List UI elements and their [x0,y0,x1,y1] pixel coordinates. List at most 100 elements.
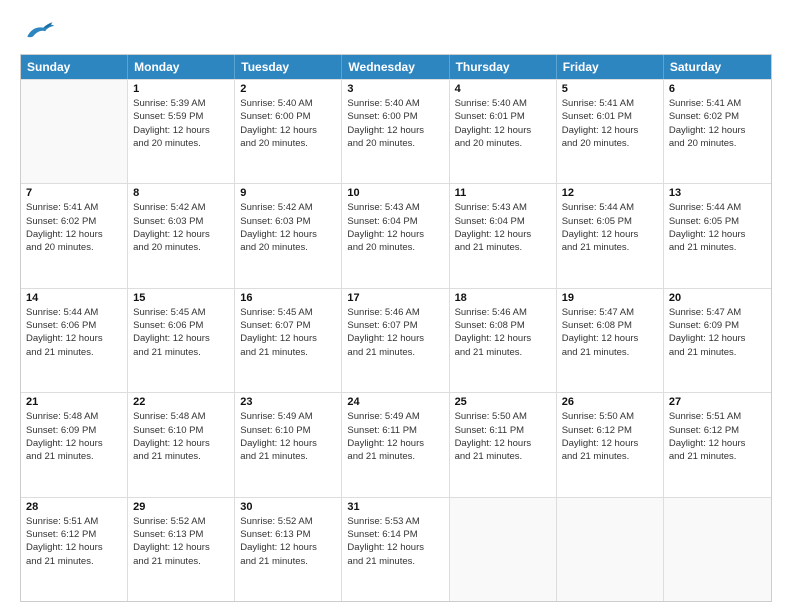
day-number: 16 [240,292,336,304]
calendar-day-4: 4Sunrise: 5:40 AM Sunset: 6:01 PM Daylig… [450,80,557,183]
day-info: Sunrise: 5:49 AM Sunset: 6:10 PM Dayligh… [240,410,336,463]
day-number: 9 [240,187,336,199]
day-number: 7 [26,187,122,199]
day-number: 1 [133,83,229,95]
calendar-day-10: 10 Sunrise: 5:43 AM Sunset: 6:04 PM Dayli… [342,184,449,287]
day-info: Sunrise: 5:50 AM Sunset: 6:12 PM Dayligh… [562,410,658,463]
day-info: Sunrise: 5:41 AM Sunset: 6:01 PM Dayligh… [562,97,658,150]
day-info: Sunrise: 5:44 AM Sunset: 6:05 PM Dayligh… [669,201,766,254]
day-info: Sunrise: 5:51 AM Sunset: 6:12 PM Dayligh… [669,410,766,463]
logo [20,18,60,48]
calendar-day-12: 12 Sunrise: 5:44 AM Sunset: 6:05 PM Dayli… [557,184,664,287]
day-number: 13 [669,187,766,199]
calendar-day-22: 22Sunrise: 5:48 AM Sunset: 6:10 PM Dayli… [128,393,235,496]
day-info: Sunrise: 5:42 AM Sunset: 6:03 PM Dayligh… [240,201,336,254]
calendar-day-13: 13 Sunrise: 5:44 AM Sunset: 6:05 PM Dayli… [664,184,771,287]
day-number: 11 [455,187,551,199]
day-number: 21 [26,396,122,408]
calendar-empty-cell [664,498,771,601]
day-number: 24 [347,396,443,408]
calendar-row-0: 1 Sunrise: 5:39 AM Sunset: 5:59 PM Daylig… [21,79,771,183]
calendar-body: 1 Sunrise: 5:39 AM Sunset: 5:59 PM Daylig… [21,79,771,601]
day-info: Sunrise: 5:52 AM Sunset: 6:13 PM Dayligh… [133,515,229,568]
day-number: 6 [669,83,766,95]
day-number: 3 [347,83,443,95]
day-info: Sunrise: 5:44 AM Sunset: 6:05 PM Dayligh… [562,201,658,254]
calendar-day-31: 31 Sunrise: 5:53 AM Sunset: 6:14 PM Dayli… [342,498,449,601]
header-day-wednesday: Wednesday [342,55,449,79]
calendar-day-21: 21 Sunrise: 5:48 AM Sunset: 6:09 PM Dayli… [21,393,128,496]
day-info: Sunrise: 5:43 AM Sunset: 6:04 PM Dayligh… [347,201,443,254]
calendar-day-9: 9 Sunrise: 5:42 AM Sunset: 6:03 PM Daylig… [235,184,342,287]
day-number: 5 [562,83,658,95]
day-number: 26 [562,396,658,408]
header-day-thursday: Thursday [450,55,557,79]
calendar-day-7: 7Sunrise: 5:41 AM Sunset: 6:02 PM Daylig… [21,184,128,287]
calendar-day-27: 27Sunrise: 5:51 AM Sunset: 6:12 PM Dayli… [664,393,771,496]
day-info: Sunrise: 5:40 AM Sunset: 6:00 PM Dayligh… [240,97,336,150]
day-info: Sunrise: 5:41 AM Sunset: 6:02 PM Dayligh… [669,97,766,150]
calendar-day-3: 3 Sunrise: 5:40 AM Sunset: 6:00 PM Daylig… [342,80,449,183]
day-number: 15 [133,292,229,304]
calendar-day-6: 6 Sunrise: 5:41 AM Sunset: 6:02 PM Daylig… [664,80,771,183]
day-info: Sunrise: 5:45 AM Sunset: 6:06 PM Dayligh… [133,306,229,359]
day-number: 8 [133,187,229,199]
calendar-row-4: 28 Sunrise: 5:51 AM Sunset: 6:12 PM Dayli… [21,497,771,601]
header-day-tuesday: Tuesday [235,55,342,79]
day-info: Sunrise: 5:53 AM Sunset: 6:14 PM Dayligh… [347,515,443,568]
day-number: 19 [562,292,658,304]
calendar-day-29: 29Sunrise: 5:52 AM Sunset: 6:13 PM Dayli… [128,498,235,601]
calendar-day-1: 1 Sunrise: 5:39 AM Sunset: 5:59 PM Daylig… [128,80,235,183]
day-info: Sunrise: 5:51 AM Sunset: 6:12 PM Dayligh… [26,515,122,568]
day-number: 31 [347,501,443,513]
day-number: 28 [26,501,122,513]
day-info: Sunrise: 5:42 AM Sunset: 6:03 PM Dayligh… [133,201,229,254]
day-info: Sunrise: 5:47 AM Sunset: 6:08 PM Dayligh… [562,306,658,359]
calendar-day-19: 19 Sunrise: 5:47 AM Sunset: 6:08 PM Dayli… [557,289,664,392]
day-number: 18 [455,292,551,304]
day-number: 14 [26,292,122,304]
header [20,18,772,48]
day-number: 23 [240,396,336,408]
calendar-day-30: 30 Sunrise: 5:52 AM Sunset: 6:13 PM Dayli… [235,498,342,601]
calendar-day-18: 18 Sunrise: 5:46 AM Sunset: 6:08 PM Dayli… [450,289,557,392]
day-number: 25 [455,396,551,408]
day-info: Sunrise: 5:46 AM Sunset: 6:07 PM Dayligh… [347,306,443,359]
day-info: Sunrise: 5:48 AM Sunset: 6:09 PM Dayligh… [26,410,122,463]
header-day-friday: Friday [557,55,664,79]
calendar-row-3: 21 Sunrise: 5:48 AM Sunset: 6:09 PM Dayli… [21,392,771,496]
calendar-day-11: 11Sunrise: 5:43 AM Sunset: 6:04 PM Dayli… [450,184,557,287]
header-day-monday: Monday [128,55,235,79]
day-info: Sunrise: 5:50 AM Sunset: 6:11 PM Dayligh… [455,410,551,463]
logo-bird-icon [20,18,56,48]
day-info: Sunrise: 5:52 AM Sunset: 6:13 PM Dayligh… [240,515,336,568]
calendar-day-16: 16 Sunrise: 5:45 AM Sunset: 6:07 PM Dayli… [235,289,342,392]
day-number: 2 [240,83,336,95]
calendar-day-5: 5 Sunrise: 5:41 AM Sunset: 6:01 PM Daylig… [557,80,664,183]
day-info: Sunrise: 5:48 AM Sunset: 6:10 PM Dayligh… [133,410,229,463]
calendar-day-17: 17 Sunrise: 5:46 AM Sunset: 6:07 PM Dayli… [342,289,449,392]
day-number: 12 [562,187,658,199]
calendar-day-23: 23 Sunrise: 5:49 AM Sunset: 6:10 PM Dayli… [235,393,342,496]
page: SundayMondayTuesdayWednesdayThursdayFrid… [0,0,792,612]
calendar-row-2: 14 Sunrise: 5:44 AM Sunset: 6:06 PM Dayli… [21,288,771,392]
calendar-empty-cell [450,498,557,601]
calendar-day-15: 15 Sunrise: 5:45 AM Sunset: 6:06 PM Dayli… [128,289,235,392]
day-info: Sunrise: 5:46 AM Sunset: 6:08 PM Dayligh… [455,306,551,359]
day-info: Sunrise: 5:47 AM Sunset: 6:09 PM Dayligh… [669,306,766,359]
day-info: Sunrise: 5:49 AM Sunset: 6:11 PM Dayligh… [347,410,443,463]
day-number: 17 [347,292,443,304]
calendar-row-1: 7Sunrise: 5:41 AM Sunset: 6:02 PM Daylig… [21,183,771,287]
header-day-saturday: Saturday [664,55,771,79]
day-number: 10 [347,187,443,199]
calendar-day-8: 8 Sunrise: 5:42 AM Sunset: 6:03 PM Daylig… [128,184,235,287]
day-number: 30 [240,501,336,513]
day-number: 20 [669,292,766,304]
day-info: Sunrise: 5:40 AM Sunset: 6:01 PM Dayligh… [455,97,551,150]
day-info: Sunrise: 5:44 AM Sunset: 6:06 PM Dayligh… [26,306,122,359]
calendar-day-24: 24 Sunrise: 5:49 AM Sunset: 6:11 PM Dayli… [342,393,449,496]
calendar-empty-cell [21,80,128,183]
day-info: Sunrise: 5:39 AM Sunset: 5:59 PM Dayligh… [133,97,229,150]
day-info: Sunrise: 5:40 AM Sunset: 6:00 PM Dayligh… [347,97,443,150]
day-info: Sunrise: 5:45 AM Sunset: 6:07 PM Dayligh… [240,306,336,359]
